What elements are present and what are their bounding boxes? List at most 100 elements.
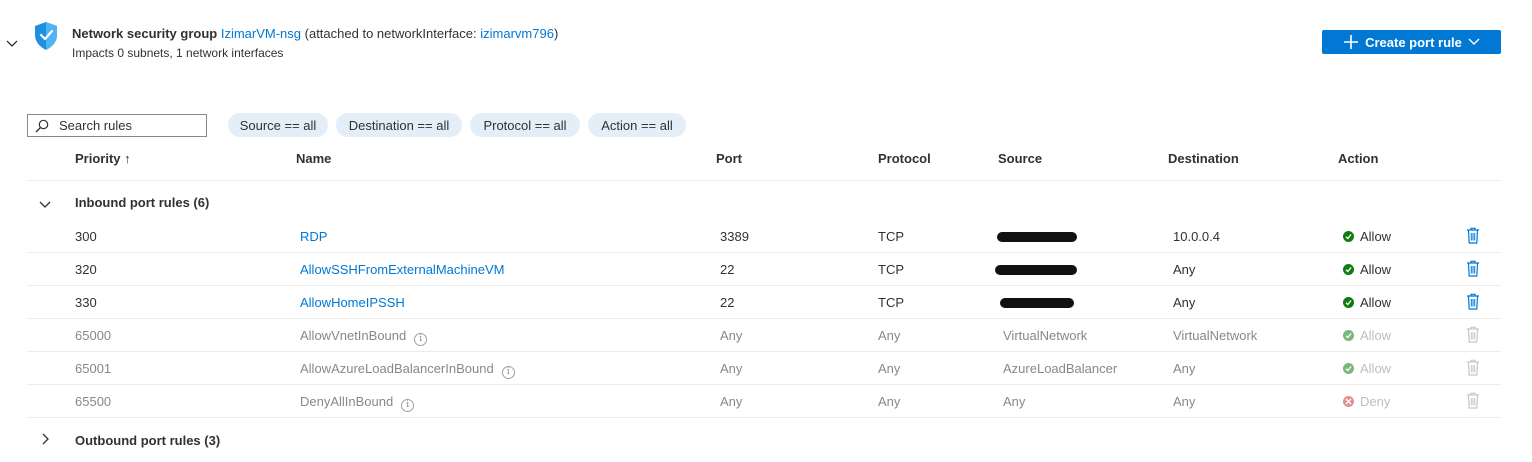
rule-action: Allow	[1343, 295, 1391, 310]
rule-priority: 300	[75, 229, 97, 244]
table-row[interactable]: 300 RDP 3389 TCP 10.0.0.4 Allow	[27, 220, 1501, 253]
table-row[interactable]: 65000 AllowVnetInBound i Any Any VirtualNetwo…	[27, 319, 1501, 352]
search-input[interactable]	[59, 118, 189, 133]
rule-port: Any	[720, 328, 743, 343]
rule-priority: 65500	[75, 394, 112, 409]
chevron-down-icon	[1468, 38, 1480, 45]
redacted-source	[995, 265, 1077, 275]
rule-source: AzureLoadBalancer	[1003, 361, 1118, 376]
allow-status-icon	[1343, 330, 1354, 341]
table-row[interactable]: 65001 AllowAzureLoadBalancerInBound i Any An…	[27, 352, 1501, 385]
rule-destination: Any	[1173, 295, 1196, 310]
nsg-interface-link[interactable]: izimarvm796	[480, 26, 554, 41]
filter-destination[interactable]: Destination == all	[336, 113, 462, 137]
rule-action: Deny	[1343, 394, 1390, 409]
rule-action-label: Allow	[1360, 361, 1392, 376]
rule-port: 22	[720, 295, 735, 310]
rule-destination: Any	[1173, 262, 1196, 277]
collapse-chevron-icon[interactable]	[6, 36, 18, 51]
rule-destination: Any	[1173, 394, 1196, 409]
rule-destination: 10.0.0.4	[1173, 229, 1220, 244]
rule-name-cell: AllowHomeIPSSH	[300, 295, 405, 310]
rule-name-link[interactable]: AllowSSHFromExternalMachineVM	[300, 262, 504, 277]
table-row[interactable]: 320 AllowSSHFromExternalMachineVM 22 TCP Any…	[27, 253, 1501, 286]
delete-trash-icon[interactable]	[1466, 227, 1480, 247]
outbound-group-label[interactable]: Outbound port rules (3)	[75, 433, 220, 448]
column-header-priority[interactable]: Priority ↑	[75, 151, 131, 166]
rule-name-link[interactable]: RDP	[300, 229, 327, 244]
inbound-expand-chevron-icon[interactable]	[39, 197, 51, 212]
rule-name-link[interactable]: DenyAllInBound	[300, 394, 393, 409]
rule-port: Any	[720, 394, 743, 409]
create-port-rule-label: Create port rule	[1365, 34, 1462, 50]
filter-action[interactable]: Action == all	[588, 113, 686, 137]
create-port-rule-button[interactable]: Create port rule	[1322, 30, 1501, 54]
allow-status-icon	[1343, 231, 1354, 242]
rule-action: Allow	[1343, 328, 1391, 343]
info-icon[interactable]: i	[401, 399, 415, 412]
delete-trash-icon[interactable]	[1466, 326, 1480, 346]
table-row[interactable]: 65500 DenyAllInBound i Any Any Any Any Deny	[27, 385, 1501, 418]
allow-status-icon	[1343, 264, 1354, 275]
info-icon[interactable]: i	[414, 333, 428, 346]
column-header-name[interactable]: Name	[296, 151, 331, 166]
search-box[interactable]	[27, 114, 207, 137]
rule-port: Any	[720, 361, 743, 376]
column-header-port[interactable]: Port	[716, 151, 742, 166]
rule-priority: 320	[75, 262, 97, 277]
rule-name-cell: AllowAzureLoadBalancerInBound i	[300, 361, 515, 379]
rule-port: 3389	[720, 229, 749, 244]
table-row[interactable]: 330 AllowHomeIPSSH 22 TCP Any Allow	[27, 286, 1501, 319]
rule-name-cell: AllowVnetInBound i	[300, 328, 428, 346]
redacted-source	[1000, 298, 1074, 308]
rule-name-link[interactable]: AllowHomeIPSSH	[300, 295, 405, 310]
delete-trash-icon[interactable]	[1466, 359, 1480, 379]
delete-trash-icon[interactable]	[1466, 293, 1480, 313]
rule-action: Allow	[1343, 229, 1391, 244]
rule-action: Allow	[1343, 262, 1391, 277]
column-header-source[interactable]: Source	[998, 151, 1042, 166]
allow-status-icon	[1343, 297, 1354, 308]
plus-icon	[1344, 35, 1359, 49]
nsg-header: Network security group IzimarVM-nsg (att…	[72, 26, 558, 41]
deny-status-icon	[1343, 396, 1354, 407]
rule-destination: Any	[1173, 361, 1196, 376]
column-header-destination[interactable]: Destination	[1168, 151, 1239, 166]
rule-action-label: Allow	[1360, 229, 1392, 244]
rule-protocol: TCP	[878, 295, 904, 310]
rule-protocol: TCP	[878, 262, 904, 277]
rule-protocol: Any	[878, 361, 901, 376]
outbound-expand-chevron-icon[interactable]	[42, 433, 50, 448]
rule-protocol: TCP	[878, 229, 904, 244]
rule-name-cell: DenyAllInBound i	[300, 394, 415, 412]
filter-source[interactable]: Source == all	[228, 113, 328, 137]
rule-source: VirtualNetwork	[1003, 328, 1088, 343]
rule-protocol: Any	[878, 394, 901, 409]
rule-port: 22	[720, 262, 735, 277]
delete-trash-icon[interactable]	[1466, 260, 1480, 280]
filter-protocol[interactable]: Protocol == all	[470, 113, 580, 137]
column-header-protocol[interactable]: Protocol	[878, 151, 931, 166]
redacted-source	[997, 232, 1077, 242]
rule-name-link[interactable]: AllowAzureLoadBalancerInBound	[300, 361, 494, 376]
rule-priority: 65001	[75, 361, 112, 376]
inbound-group-label[interactable]: Inbound port rules (6)	[75, 195, 209, 210]
allow-status-icon	[1343, 363, 1354, 374]
nsg-name-link[interactable]: IzimarVM-nsg	[221, 26, 301, 41]
nsg-label: Network security group	[72, 26, 218, 41]
rule-action-label: Allow	[1360, 328, 1392, 343]
info-icon[interactable]: i	[501, 366, 515, 379]
rule-name-link[interactable]: AllowVnetInBound	[300, 328, 406, 343]
column-header-action[interactable]: Action	[1338, 151, 1378, 166]
rule-destination: VirtualNetwork	[1173, 328, 1258, 343]
rule-action-label: Deny	[1360, 394, 1391, 409]
shield-icon	[33, 21, 59, 54]
rule-name-cell: AllowSSHFromExternalMachineVM	[300, 262, 504, 277]
header-divider	[27, 180, 1501, 181]
nsg-impacts: Impacts 0 subnets, 1 network interfaces	[72, 46, 284, 60]
rule-action-label: Allow	[1360, 295, 1392, 310]
nsg-attached-prefix: (attached to networkInterface:	[304, 26, 477, 41]
rule-name-cell: RDP	[300, 229, 327, 244]
nsg-attached-suffix: )	[553, 26, 559, 41]
delete-trash-icon[interactable]	[1466, 392, 1480, 412]
